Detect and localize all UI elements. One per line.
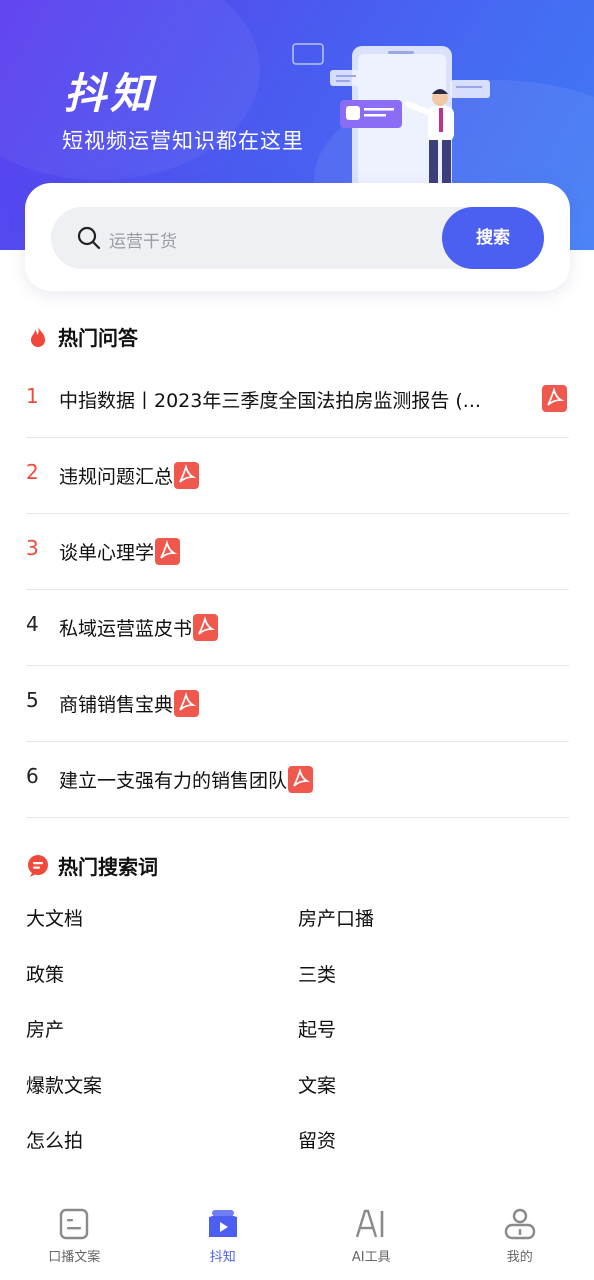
pdf-icon (542, 385, 567, 412)
search-input[interactable]: 运营干货 搜索 (51, 207, 544, 269)
profile-icon (504, 1208, 535, 1240)
rank-number: 1 (26, 383, 39, 408)
tab-label: 抖知 (209, 1250, 236, 1265)
play-book-icon (208, 1210, 237, 1237)
hot-search-title: 热门搜索词 (58, 855, 158, 879)
keyword-item[interactable]: 文案 (298, 1059, 569, 1115)
item-title: 中指数据丨2023年三季度全国法拍房监测报告 (... (59, 390, 481, 412)
tab-mine[interactable]: 我的 (446, 1195, 594, 1280)
search-placeholder: 运营干货 (109, 232, 177, 252)
keyword-item[interactable]: 大文档 (26, 892, 298, 948)
keyword-item[interactable]: 起号 (298, 1003, 569, 1059)
keyword-item[interactable]: 怎么拍 (26, 1114, 298, 1170)
search-button[interactable]: 搜索 (442, 207, 544, 269)
keyword-item[interactable]: 留资 (298, 1114, 569, 1170)
item-title: 商铺销售宝典 (59, 694, 174, 716)
pdf-icon (174, 690, 200, 717)
bottom-tab-bar: 口播文案 抖知 AI工具 我的 (0, 1195, 594, 1280)
rank-number: 6 (26, 763, 39, 788)
list-item[interactable]: 1 中指数据丨2023年三季度全国法拍房监测报告 (... (26, 362, 569, 438)
keyword-item[interactable]: 爆款文案 (26, 1059, 298, 1115)
search-icon (77, 226, 101, 250)
tab-script[interactable]: 口播文案 (0, 1195, 149, 1280)
hot-search-keywords: 大文档 房产口播 政策 三类 房产 起号 爆款文案 文案 怎么拍 留资 (26, 892, 569, 1170)
ai-icon (356, 1209, 384, 1238)
chat-search-icon (28, 854, 48, 877)
keyword-item[interactable]: 政策 (26, 948, 298, 1004)
item-title: 私域运营蓝皮书 (59, 618, 193, 640)
pdf-icon (288, 766, 314, 793)
brand-title: 抖知 (64, 69, 157, 118)
hot-qa-title: 热门问答 (58, 326, 138, 350)
hero-illustration (292, 43, 490, 190)
rank-number: 3 (26, 535, 39, 560)
hot-search-header: 热门搜索词 (26, 851, 158, 880)
keyword-item[interactable]: 三类 (298, 948, 569, 1004)
list-item[interactable]: 5 商铺销售宝典 (26, 666, 569, 742)
list-item[interactable]: 6 建立一支强有力的销售团队 (26, 742, 569, 818)
tab-label: 口播文案 (48, 1250, 101, 1265)
item-title: 违规问题汇总 (59, 466, 174, 488)
keyword-item[interactable]: 房产 (26, 1003, 298, 1059)
brand-slogan: 短视频运营知识都在这里 (62, 129, 304, 153)
hot-qa-header: 热门问答 (26, 322, 138, 351)
search-card: 运营干货 搜索 (25, 183, 570, 291)
hot-qa-list: 1 中指数据丨2023年三季度全国法拍房监测报告 (... 2 违规问题汇总 3… (26, 362, 569, 818)
list-item[interactable]: 3 谈单心理学 (26, 514, 569, 590)
rank-number: 5 (26, 687, 39, 712)
item-title: 谈单心理学 (59, 542, 155, 564)
script-icon (60, 1208, 89, 1240)
rank-number: 2 (26, 459, 39, 484)
tab-ai-tools[interactable]: AI工具 (297, 1195, 446, 1280)
tab-label: 我的 (506, 1250, 533, 1265)
pdf-icon (193, 614, 219, 641)
list-item[interactable]: 2 违规问题汇总 (26, 438, 569, 514)
keyword-item[interactable]: 房产口播 (298, 892, 569, 948)
flame-icon (31, 325, 45, 347)
tab-douzhi[interactable]: 抖知 (149, 1195, 298, 1280)
pdf-icon (174, 462, 200, 489)
pdf-icon (155, 538, 181, 565)
rank-number: 4 (26, 611, 39, 636)
list-item[interactable]: 4 私域运营蓝皮书 (26, 590, 569, 666)
item-title: 建立一支强有力的销售团队 (59, 770, 288, 792)
tab-label: AI工具 (351, 1250, 391, 1265)
